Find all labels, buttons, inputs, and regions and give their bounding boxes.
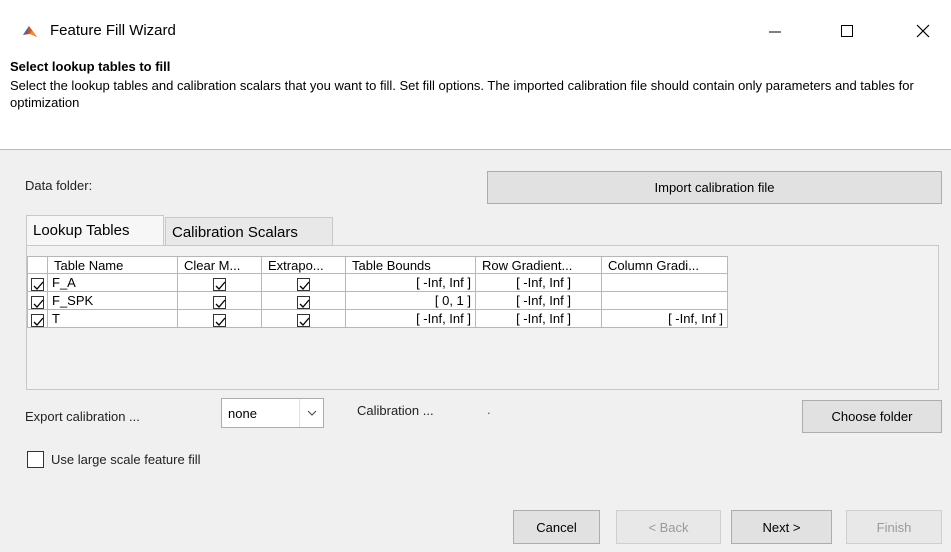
column-header-row-gradient[interactable]: Row Gradient...	[476, 256, 602, 274]
chevron-down-icon[interactable]	[299, 399, 323, 427]
extrapolate-checkbox[interactable]	[262, 274, 346, 292]
clear-checkbox[interactable]	[178, 292, 262, 310]
import-calibration-button[interactable]: Import calibration file	[487, 171, 942, 204]
extrapolate-checkbox[interactable]	[262, 292, 346, 310]
column-gradient-cell[interactable]	[602, 292, 728, 310]
column-header-extrapolate[interactable]: Extrapo...	[262, 256, 346, 274]
column-header-table-name[interactable]: Table Name	[48, 256, 178, 274]
row-select-checkbox[interactable]	[27, 310, 48, 328]
table-bounds-cell[interactable]: [ -Inf, Inf ]	[346, 310, 476, 328]
cancel-button[interactable]: Cancel	[513, 510, 600, 544]
table-name-cell[interactable]: F_SPK	[48, 292, 178, 310]
row-gradient-cell[interactable]: [ -Inf, Inf ]	[476, 292, 602, 310]
check-icon	[213, 278, 226, 291]
check-icon	[213, 314, 226, 327]
choose-folder-button[interactable]: Choose folder	[802, 400, 942, 433]
column-header-clear[interactable]: Clear M...	[178, 256, 262, 274]
column-header-column-gradient[interactable]: Column Gradi...	[602, 256, 728, 274]
calibration-folder-value: .	[487, 402, 491, 417]
clear-checkbox[interactable]	[178, 274, 262, 292]
clear-checkbox[interactable]	[178, 310, 262, 328]
check-icon	[31, 296, 44, 309]
row-select-checkbox[interactable]	[27, 292, 48, 310]
tab-calibration-scalars[interactable]: Calibration Scalars	[165, 217, 333, 245]
window-title: Feature Fill Wizard	[50, 22, 176, 39]
table-bounds-cell[interactable]: [ 0, 1 ]	[346, 292, 476, 310]
close-icon[interactable]	[914, 22, 932, 40]
column-gradient-cell[interactable]	[602, 274, 728, 292]
column-header-table-bounds[interactable]: Table Bounds	[346, 256, 476, 274]
select-column-header[interactable]	[27, 256, 48, 274]
check-icon	[297, 296, 310, 309]
next-button[interactable]: Next >	[731, 510, 832, 544]
lookup-tables-panel: Table Name Clear M... Extrapo... Table B…	[26, 245, 939, 390]
calibration-label: Calibration ...	[357, 403, 434, 418]
finish-button[interactable]: Finish	[846, 510, 942, 544]
table-name-cell[interactable]: F_A	[48, 274, 178, 292]
minimize-icon[interactable]	[766, 22, 784, 40]
step-description: Select the lookup tables and calibration…	[10, 78, 914, 110]
maximize-icon[interactable]	[838, 22, 856, 40]
column-gradient-cell[interactable]: [ -Inf, Inf ]	[602, 310, 728, 328]
row-gradient-cell[interactable]: [ -Inf, Inf ]	[476, 274, 602, 292]
back-button[interactable]: < Back	[616, 510, 721, 544]
title-bar: Feature Fill Wizard	[0, 0, 951, 54]
step-title: Select lookup tables to fill	[10, 59, 171, 74]
table-bounds-cell[interactable]: [ -Inf, Inf ]	[346, 274, 476, 292]
table-name-cell[interactable]: T	[48, 310, 178, 328]
export-calibration-select[interactable]: none	[221, 398, 324, 428]
check-icon	[213, 296, 226, 309]
check-icon	[297, 314, 310, 327]
large-scale-label: Use large scale feature fill	[51, 452, 201, 467]
matlab-logo-icon	[22, 24, 38, 40]
row-gradient-cell[interactable]: [ -Inf, Inf ]	[476, 310, 602, 328]
extrapolate-checkbox[interactable]	[262, 310, 346, 328]
check-icon	[31, 278, 44, 291]
export-select-value: none	[228, 406, 257, 421]
row-select-checkbox[interactable]	[27, 274, 48, 292]
large-scale-checkbox[interactable]	[27, 451, 44, 468]
check-icon	[297, 278, 310, 291]
export-calibration-label: Export calibration ...	[25, 409, 140, 424]
data-folder-label: Data folder:	[25, 178, 93, 193]
tab-lookup-tables[interactable]: Lookup Tables	[26, 215, 164, 245]
check-icon	[31, 314, 44, 327]
wizard-header: Select lookup tables to fill Select the …	[0, 54, 951, 150]
